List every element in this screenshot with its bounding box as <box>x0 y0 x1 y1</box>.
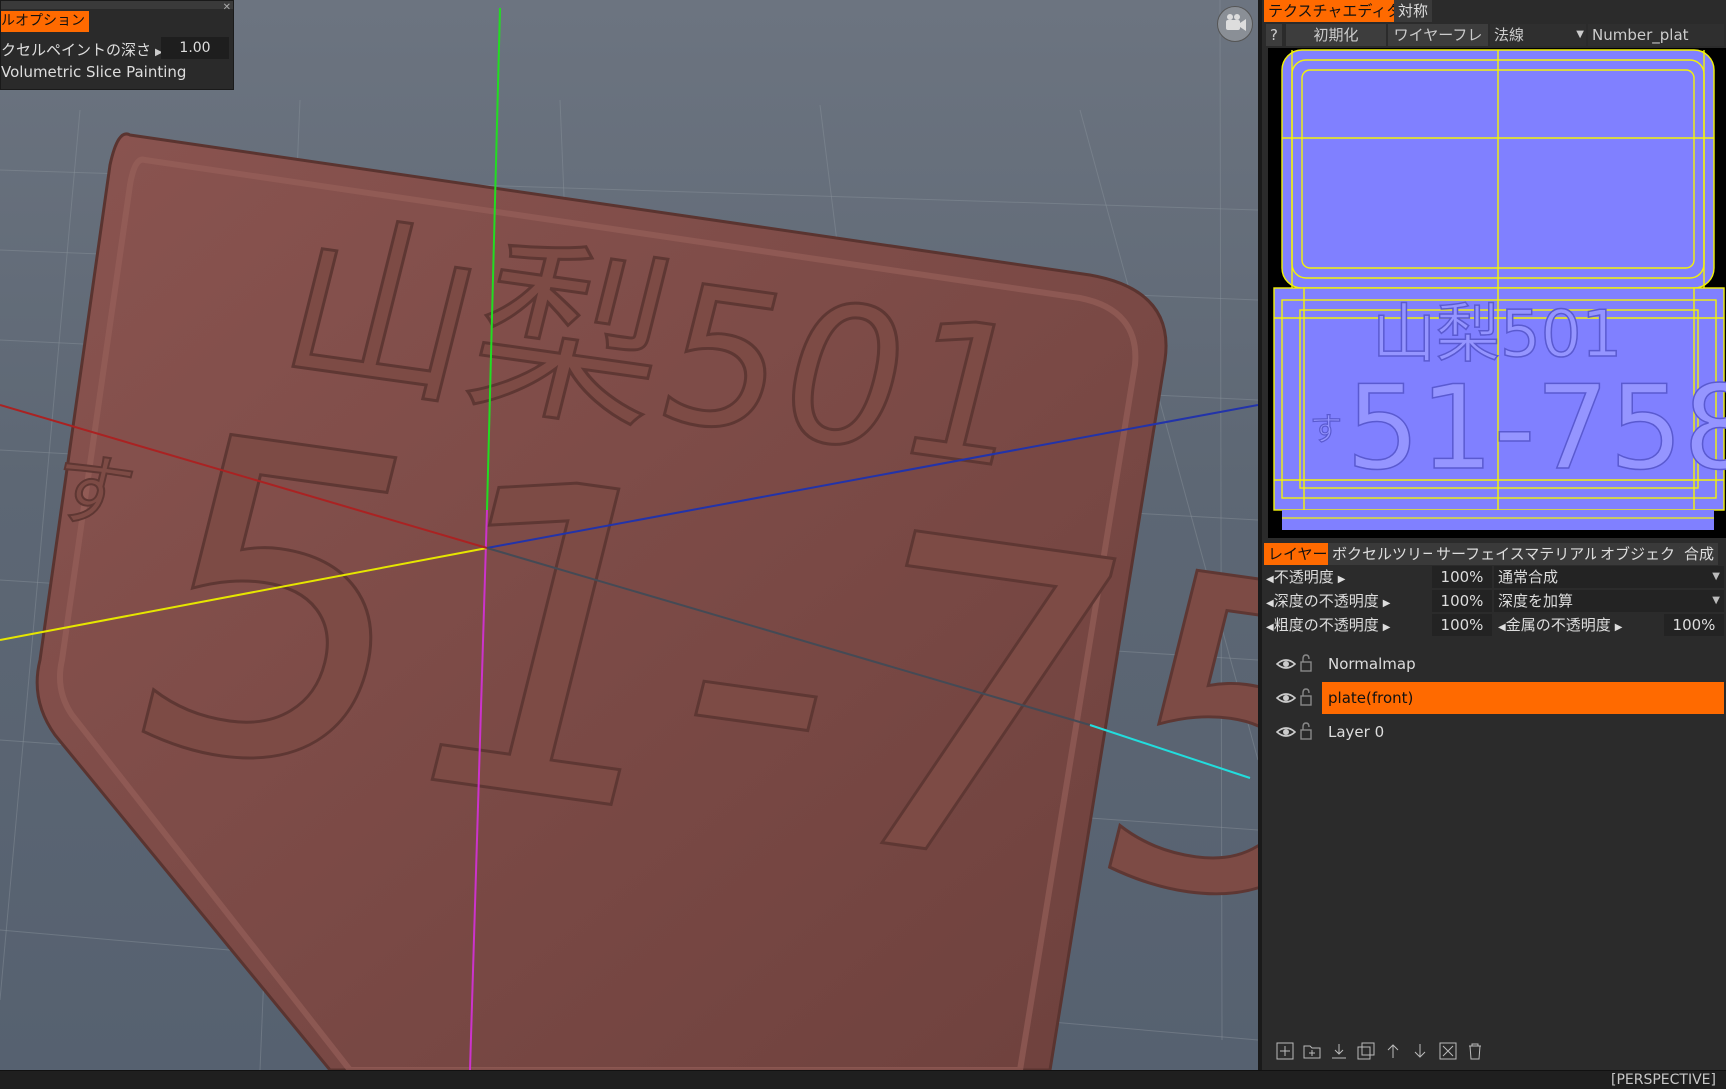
layer-name: plate(front) <box>1322 682 1724 714</box>
uv-number-text: 51-758 <box>1346 361 1726 496</box>
license-plate-model: 山梨501 す 51-758 <box>35 132 1258 1070</box>
tab-compose[interactable]: 合成 <box>1680 543 1719 565</box>
move-down-icon[interactable] <box>1411 1042 1429 1060</box>
voxel-paint-depth-field[interactable]: 1.00 <box>161 37 229 59</box>
panel-drag-bar[interactable] <box>1 1 233 9</box>
metal-opacity-field[interactable]: 100% <box>1664 614 1724 636</box>
move-up-icon[interactable] <box>1384 1042 1402 1060</box>
blend-mode-select[interactable]: 通常合成 ▼ <box>1494 566 1724 588</box>
lock-icon[interactable] <box>1300 688 1312 706</box>
layer-item-normalmap[interactable]: Normalmap <box>1266 648 1724 680</box>
chevron-down-icon: ▼ <box>1712 595 1720 606</box>
arrow-right-icon[interactable]: ▶ <box>1383 622 1391 633</box>
voxel-paint-depth-label: クセルペイントの深さ ▶ <box>1 41 163 59</box>
texture-editor-toolbar: ? 初期化 ワイヤーフレー 法線 ▼ Number_plat <box>1262 24 1726 66</box>
tab-texture-editor[interactable]: テクスチャエディタ <box>1264 0 1406 22</box>
arrow-left-icon[interactable]: ◀ <box>1266 598 1274 609</box>
arrow-right-icon[interactable]: ▶ <box>1615 622 1623 633</box>
eye-icon[interactable] <box>1276 690 1296 706</box>
metal-opacity-label[interactable]: ◀金属の不透明度 ▶ <box>1498 614 1658 636</box>
opacity-field[interactable]: 100% <box>1432 566 1492 588</box>
wireframe-button[interactable]: ワイヤーフレー <box>1388 24 1488 66</box>
layer-item-layer-0[interactable]: Layer 0 <box>1266 716 1724 748</box>
volumetric-slice-painting-option[interactable]: Volumetric Slice Painting <box>1 63 186 81</box>
close-icon[interactable]: ✕ <box>223 2 231 13</box>
eye-icon[interactable] <box>1276 724 1296 740</box>
tab-voxel-tree[interactable]: ボクセルツリー <box>1328 543 1442 565</box>
add-folder-icon[interactable] <box>1303 1042 1321 1060</box>
texture-editor-tabbar: テクスチャエディタ 対称 <box>1262 0 1726 22</box>
arrow-right-icon[interactable]: ▶ <box>1383 598 1391 609</box>
arrow-left-icon[interactable]: ◀ <box>1266 574 1274 585</box>
merge-down-icon[interactable] <box>1330 1042 1348 1060</box>
tool-options-panel: ルオプション ✕ クセルペイントの深さ ▶ 1.00 Volumetric Sli… <box>0 0 234 90</box>
depth-opacity-field[interactable]: 100% <box>1432 590 1492 612</box>
right-panel: テクスチャエディタ 対称 ? 初期化 ワイヤーフレー 法線 ▼ Number_p… <box>1258 0 1726 1070</box>
arrow-left-icon[interactable]: ◀ <box>1498 622 1506 633</box>
duplicate-layer-icon[interactable] <box>1357 1042 1375 1060</box>
layer-name: Layer 0 <box>1328 723 1385 741</box>
layer-item-plate-front[interactable]: plate(front) <box>1266 682 1724 714</box>
roughness-opacity-label[interactable]: ◀粗度の不透明度 ▶ <box>1266 614 1426 636</box>
chevron-down-icon: ▼ <box>1576 29 1584 40</box>
view-mode-label: [PERSPECTIVE] <box>1611 1072 1716 1088</box>
depth-mode-select[interactable]: 深度を加算 ▼ <box>1494 590 1724 612</box>
add-layer-icon[interactable] <box>1276 1042 1294 1060</box>
tab-symmetry[interactable]: 対称 <box>1394 0 1433 22</box>
tab-layers[interactable]: レイヤー <box>1264 543 1332 565</box>
scene-canvas[interactable]: 山梨501 す 51-758 <box>0 0 1258 1070</box>
arrow-right-icon[interactable]: ▶ <box>1338 574 1346 585</box>
texture-select[interactable]: Number_plat <box>1588 24 1724 46</box>
3d-viewport[interactable]: 山梨501 す 51-758 ルオプション ✕ クセルペイントの深さ ▶ 1.00… <box>0 0 1258 1070</box>
roughness-opacity-field[interactable]: 100% <box>1432 614 1492 636</box>
uv-small-kana-text: す <box>1310 410 1342 448</box>
eye-icon[interactable] <box>1276 656 1296 672</box>
lock-icon[interactable] <box>1300 722 1312 740</box>
arrow-left-icon[interactable]: ◀ <box>1266 622 1274 633</box>
lock-icon[interactable] <box>1300 654 1312 672</box>
tab-surface-material[interactable]: サーフェイスマテリアル <box>1432 543 1604 565</box>
layer-name: Normalmap <box>1328 655 1416 673</box>
opacity-label[interactable]: ◀不透明度 ▶ <box>1266 566 1406 588</box>
reset-button[interactable]: 初期化 <box>1286 24 1386 46</box>
delete-layer-icon[interactable] <box>1466 1042 1484 1060</box>
layers-tabbar: レイヤー ボクセルツリー サーフェイスマテリアル オブジェクト 合成 <box>1262 543 1726 565</box>
tool-options-title: ルオプション <box>1 11 89 32</box>
camera-icon[interactable] <box>1217 6 1253 42</box>
help-button[interactable]: ? <box>1266 24 1282 46</box>
layer-toolbar <box>1276 1042 1488 1062</box>
status-bar: [PERSPECTIVE] <box>0 1070 1726 1089</box>
chevron-down-icon: ▼ <box>1712 571 1720 582</box>
depth-opacity-label[interactable]: ◀深度の不透明度 ▶ <box>1266 590 1426 612</box>
channel-select[interactable]: 法線 ▼ <box>1490 24 1586 46</box>
uv-texture-canvas[interactable]: 山梨501 す 51-758 <box>1268 48 1726 538</box>
clear-layer-icon[interactable] <box>1439 1042 1457 1060</box>
